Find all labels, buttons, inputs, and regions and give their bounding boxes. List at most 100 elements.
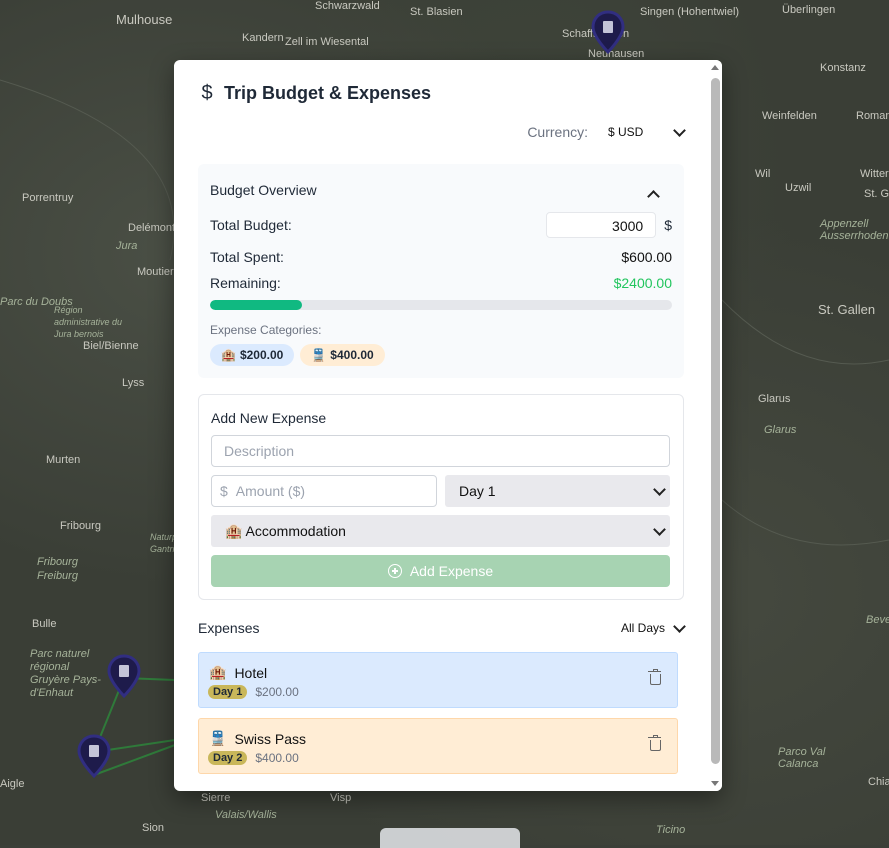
expense-item[interactable]: 🏨 Hotel Day 1 $200.00 [198,652,678,708]
add-expense-button-label: Add Expense [409,563,494,579]
map-label: Fribourg [60,520,101,532]
day-badge: Day 2 [208,751,248,765]
total-budget-input[interactable]: 3000 [546,212,657,238]
bottom-toolbar-tab[interactable] [380,828,520,848]
map-label: Romans [856,110,889,122]
map-label: Porrentruy [22,192,74,204]
remaining-row: Remaining: $2400.00 [210,275,672,291]
map-label: Mulhouse [116,12,173,27]
map-label: Glarus [758,393,791,405]
train-icon: 🚆 [209,730,227,746]
amount-prefix: $ [220,483,228,499]
total-spent-label: Total Spent: [210,249,284,265]
map-label: St. Blasien [410,6,463,18]
map-label: Freiburg [37,570,78,582]
hotel-icon: 🏨 [221,348,236,362]
map-label: Wil [755,168,771,180]
scroll-down-arrow-icon[interactable] [711,781,719,786]
budget-progress-bar [210,300,672,310]
expenses-header: Expenses [198,620,260,636]
map-label: Uzwil [785,182,812,194]
trash-icon[interactable] [648,669,661,685]
currency-label: Currency: [527,124,588,140]
day-select-value: Day 1 [459,483,496,499]
modal-title-text: Trip Budget & Expenses [224,83,432,103]
amount-input[interactable]: $ Amount ($) [211,475,437,507]
map-label: Sierre [201,792,231,804]
map-label: St. Gallen [818,302,876,317]
currency-select[interactable]: $ USD [598,123,686,139]
map-label: Delémont [128,222,176,234]
train-icon: 🚆 [311,348,327,362]
map-label: Visp [330,792,352,804]
map-label: Glarus [764,424,797,436]
scroll-up-arrow-icon[interactable] [711,65,719,70]
dollar-icon: $ [201,82,213,104]
map-label: Fribourg [37,556,78,568]
day-badge: Day 1 [208,685,248,699]
expense-item[interactable]: 🚆 Swiss Pass Day 2 $400.00 [198,718,678,774]
expense-categories-label: Expense Categories: [210,323,322,337]
currency-select-value: $ USD [608,125,644,139]
add-expense-header: Add New Expense [211,410,327,426]
map-marker-icon[interactable] [107,654,141,698]
map-label: Biel/Bienne [83,340,139,352]
map-label: Konstanz [820,62,866,74]
map-label: Moutier [137,266,174,278]
map-label: Weinfelden [762,110,817,122]
remaining-value: $2400.00 [613,275,672,291]
total-budget-row: Total Budget: 3000 $ [210,212,672,238]
category-chip-value: $400.00 [330,348,374,362]
remaining-label: Remaining: [210,275,281,291]
chevron-down-icon [653,522,666,536]
map-label: Appenzell Ausserrhoden [820,218,889,242]
hotel-icon: 🏨 [209,664,227,680]
map-label: Aigle [0,778,25,790]
map-marker-icon[interactable] [77,734,111,778]
expense-meta: Day 1 $200.00 [208,685,299,699]
day-select[interactable]: Day 1 [445,475,670,507]
category-select[interactable]: 🏨 Accommodation [211,515,670,547]
map-label: Kandern [242,32,284,44]
day-filter-select[interactable]: All Days [620,619,686,635]
map-marker-icon[interactable] [591,10,625,54]
chevron-up-icon[interactable] [647,190,660,203]
category-chip-transport: 🚆 $400.00 [300,344,385,366]
map-label: Witter [860,168,889,180]
budget-modal: $ Trip Budget & Expenses Currency: $ USD… [174,60,722,791]
map-label: Région administrative du Jura bernois [54,305,123,339]
map-label: Sion [142,822,165,834]
plus-circle-icon [387,564,402,578]
map-label: Bever [866,614,889,626]
map-label: Lyss [122,377,145,389]
map-label: Zell im Wiesental [285,36,369,48]
map-label: St. Ga [864,188,889,200]
budget-overview-panel: Budget Overview Total Budget: 3000 $ Tot… [198,164,684,378]
trash-icon[interactable] [648,735,661,751]
map-label: Murten [46,454,81,466]
description-input[interactable]: Description [211,435,670,467]
category-select-value: 🏨 Accommodation [225,522,346,539]
total-spent-row: Total Spent: $600.00 [210,249,672,265]
scrollbar-thumb[interactable] [711,78,720,764]
modal-scrollbar[interactable] [708,60,722,791]
map-label: Valais/Wallis [215,809,277,821]
modal-title: $ Trip Budget & Expenses [198,82,431,105]
add-expense-button[interactable]: Add Expense [211,555,670,587]
total-budget-wrap: 3000 $ [546,212,672,238]
map-label: Schwarzwald [315,0,380,12]
description-placeholder: Description [224,443,295,459]
currency-row: Currency: $ USD [527,123,686,140]
map-label: Singen (Hohentwiel) [640,6,740,18]
budget-overview-header: Budget Overview [210,182,317,198]
category-chip-value: $200.00 [239,348,284,362]
day-filter-value: All Days [620,621,665,635]
category-chips: 🏨 $200.00 🚆 $400.00 [210,344,385,366]
expense-name-row: 🚆 Swiss Pass [209,730,306,747]
map-label: Ticino [656,824,686,836]
total-budget-label: Total Budget: [210,217,292,233]
expense-name-row: 🏨 Hotel [209,664,267,681]
chevron-down-icon [653,482,666,496]
currency-symbol: $ [664,217,672,233]
map-label: Parc naturel régional Gruyère Pays-d'Enh… [30,648,101,699]
